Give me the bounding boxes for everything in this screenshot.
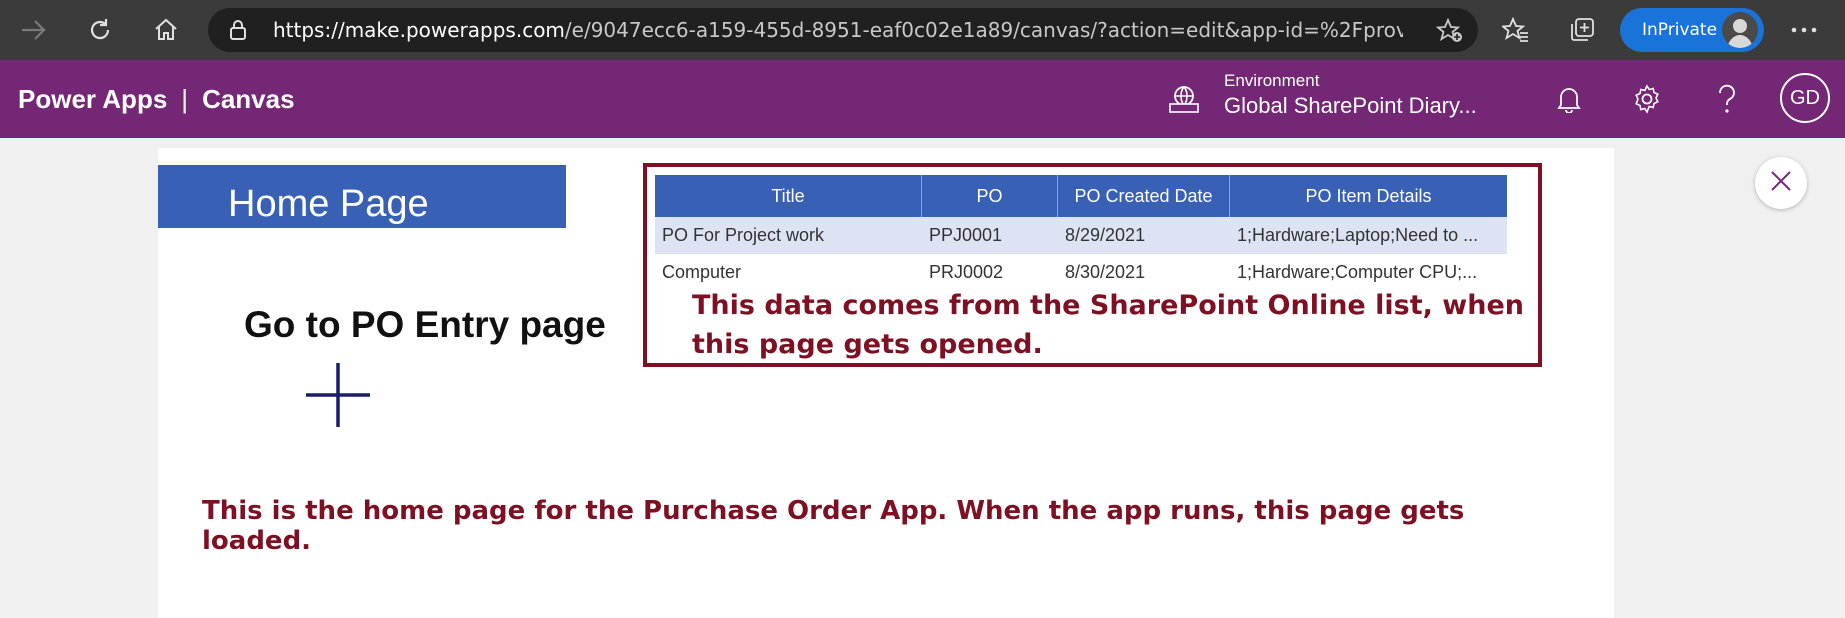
lock-icon[interactable] (228, 19, 248, 45)
environment-name[interactable]: Global SharePoint Diary... (1224, 93, 1477, 119)
table-cell: PPJ0001 (929, 225, 1003, 245)
table-cell: PO For Project work (662, 225, 825, 245)
column-header[interactable]: PO Created Date (1058, 175, 1230, 217)
po-data-table[interactable]: Title PO PO Created Date PO Item Details… (655, 175, 1507, 291)
bell-icon[interactable] (1550, 80, 1588, 118)
close-icon (1770, 170, 1792, 196)
add-icon[interactable] (305, 362, 371, 432)
table-header: Title PO PO Created Date PO Item Details (655, 175, 1507, 217)
grid-annotation: This data comes from the SharePoint Onli… (692, 290, 1524, 360)
home-icon[interactable] (148, 12, 184, 48)
favorites-icon[interactable] (1498, 12, 1534, 48)
user-avatar[interactable]: GD (1780, 73, 1830, 123)
inprivate-label: InPrivate (1642, 20, 1718, 40)
home-page-banner: Home Page (158, 165, 566, 228)
environment-icon[interactable] (1168, 84, 1200, 118)
close-button[interactable] (1755, 157, 1807, 209)
help-icon[interactable] (1708, 80, 1746, 118)
inprivate-button[interactable]: InPrivate (1620, 8, 1764, 52)
table-cell: 1;Hardware;Laptop;Need to ... (1237, 225, 1479, 245)
gear-icon[interactable] (1628, 80, 1666, 118)
table-cell: 8/29/2021 (1065, 225, 1146, 245)
url-text[interactable]: https://make.powerapps.com/e/9047ecc6-a1… (273, 8, 1403, 52)
environment-label: Environment (1224, 71, 1320, 90)
page-annotation: This is the home page for the Purchase O… (202, 496, 1465, 556)
add-favorite-icon[interactable] (1435, 17, 1464, 48)
home-page-title: Home Page (228, 183, 429, 225)
app-title: Power Apps | Canvas (18, 84, 295, 114)
forward-icon[interactable] (16, 12, 52, 48)
column-header[interactable]: PO (922, 175, 1058, 217)
column-header[interactable]: Title (655, 175, 922, 217)
profile-avatar (1722, 12, 1758, 48)
more-icon[interactable] (1784, 12, 1824, 48)
column-header[interactable]: PO Item Details (1230, 175, 1507, 217)
address-bar[interactable]: https://make.powerapps.com/e/9047ecc6-a1… (208, 8, 1478, 52)
browser-toolbar: https://make.powerapps.com/e/9047ecc6-a1… (0, 0, 1845, 60)
goto-po-entry-label[interactable]: Go to PO Entry page (244, 304, 606, 346)
collections-icon[interactable] (1564, 12, 1600, 48)
table-row[interactable]: PO For Project work PPJ0001 8/29/2021 1;… (655, 217, 1507, 254)
refresh-icon[interactable] (82, 12, 118, 48)
